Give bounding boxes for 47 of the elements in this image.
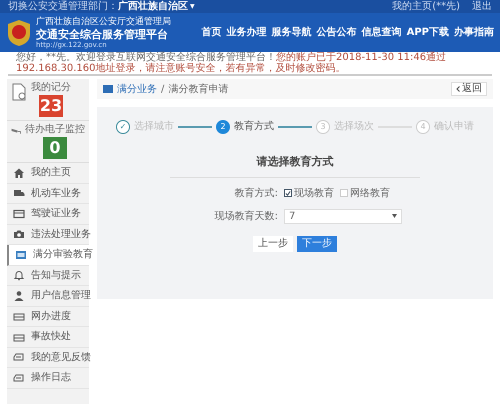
count-badge[interactable]: 0 — [43, 137, 67, 159]
logout-link[interactable]: 退出 — [472, 2, 492, 12]
nav-link[interactable]: 公告公布 — [316, 25, 357, 40]
region-dropdown[interactable]: 广西壮族自治区 — [118, 2, 188, 12]
sidebar-item[interactable]: 机动车业务 — [7, 184, 89, 204]
count-badge[interactable]: 23 — [39, 95, 63, 117]
step-marker: 4 — [416, 120, 430, 134]
step-marker: 3 — [316, 120, 330, 134]
sidebar-item[interactable]: 我的主页 — [7, 163, 89, 184]
step-label: 选择城市 — [134, 120, 174, 134]
breadcrumb-separator: / — [161, 82, 164, 96]
days-select[interactable]: 7 — [284, 208, 402, 224]
switch-label: 切换公安交通管理部门： — [8, 2, 118, 12]
step-marker: ✓ — [116, 120, 130, 134]
step-marker: 2 — [216, 120, 230, 134]
next-step-button[interactable]: 下一步 — [297, 236, 337, 252]
back-button[interactable]: 返回 — [451, 82, 487, 96]
sidebar-item[interactable]: 用户信息管理 — [7, 286, 89, 306]
welcome-message: 您好，**先。欢迎登录互联网交通安全综合服务管理平台！您的账户已于2018-11-30 11:46通过192.168.30.160地址登录，请注意账号安全，若有异常，及时修改密码。 — [16, 52, 448, 74]
nav-link[interactable]: APP下载 — [406, 25, 449, 40]
user-home-link[interactable]: 我的主页(**先) — [392, 2, 460, 12]
header-subtitle: 广西壮族自治区公安厅交通管理局 — [36, 17, 171, 26]
step-label: 确认申请 — [434, 120, 474, 134]
nav-link[interactable]: 办事指南 — [454, 25, 494, 40]
platform-title: 交通安全综合服务管理平台 — [36, 28, 169, 40]
checkbox-option[interactable]: 网络教育 — [340, 186, 390, 200]
nav-link[interactable]: 业务办理 — [226, 25, 267, 40]
nav-link[interactable]: 信息查询 — [362, 25, 402, 40]
nav-link[interactable]: 服务导航 — [272, 25, 312, 40]
nav-link[interactable]: 首页 — [202, 25, 222, 40]
sidebar-item[interactable]: 网办进度 — [7, 306, 89, 327]
form-title: 请选择教育方式 — [170, 154, 420, 178]
sidebar-item[interactable]: 操作日志 — [7, 368, 89, 388]
step-label: 教育方式 — [234, 120, 274, 134]
breadcrumb-current: 满分教育申请 — [168, 82, 228, 96]
sidebar-item[interactable]: 我的意见反馈 — [7, 348, 89, 368]
sidebar-item[interactable]: 告知与提示 — [7, 266, 89, 286]
previous-step-button[interactable]: 上一步 — [253, 236, 293, 252]
card-label: 待办电子监控 — [25, 125, 85, 135]
breadcrumb-link[interactable]: 满分业务 — [117, 82, 157, 96]
method-label: 教育方式: — [234, 186, 278, 200]
card-label: 我的记分 — [31, 83, 71, 93]
sidebar-item[interactable]: 事故快处 — [7, 327, 89, 348]
days-label: 现场教育天数: — [214, 210, 278, 224]
step-label: 选择场次 — [334, 120, 374, 134]
sidebar-item[interactable]: 驾驶证业务 — [7, 204, 89, 224]
checkbox-option[interactable]: 现场教育 — [284, 186, 334, 200]
